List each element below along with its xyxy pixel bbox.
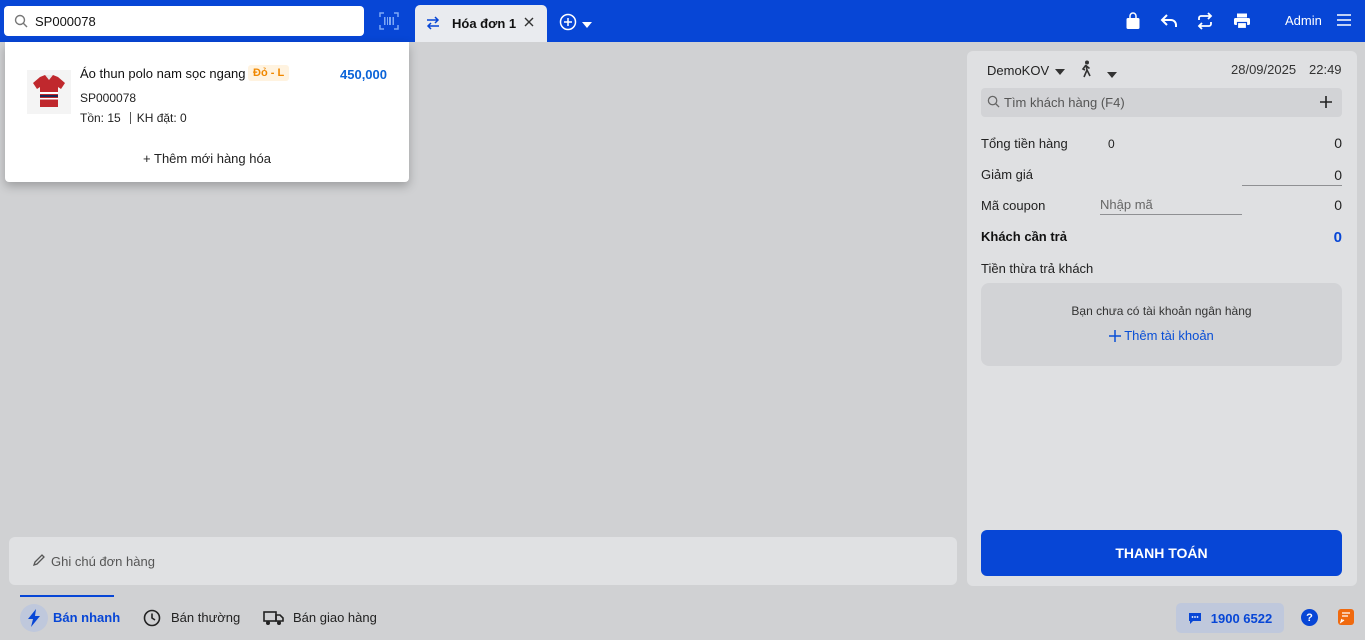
checkout-button[interactable]: THANH TOÁN — [981, 530, 1342, 576]
product-stock-info: Tồn: 15 KH đặt: 0 — [80, 111, 187, 125]
mode-quick-sale[interactable]: Bán nhanh — [20, 595, 120, 640]
bank-account-box: Bạn chưa có tài khoản ngân hàng Thêm tài… — [981, 283, 1342, 366]
store-name: DemoKOV — [987, 63, 1050, 78]
add-new-product-button[interactable]: + Thêm mới hàng hóa — [5, 151, 409, 166]
help-icon[interactable]: ? — [1301, 609, 1318, 626]
change-label: Tiền thừa trả khách — [981, 261, 1094, 276]
checkout-panel: DemoKOV 28/09/2025 22:49 Tổng tiền hàng … — [967, 51, 1357, 586]
stock-separator — [129, 112, 131, 124]
search-results-dropdown: Áo thun polo nam sọc ngang Đỏ - L 450,00… — [5, 42, 409, 182]
barcode-scan-icon[interactable] — [378, 10, 400, 32]
store-selector[interactable]: DemoKOV — [987, 63, 1066, 78]
stock-count: Tồn: 15 — [80, 111, 121, 125]
mode-label: Bán thường — [171, 610, 241, 625]
bank-account-message: Bạn chưa có tài khoản ngân hàng — [1071, 304, 1252, 318]
mode-normal-sale[interactable]: Bán thường — [138, 595, 240, 640]
tab-label: Hóa đơn 1 — [452, 16, 517, 31]
amount-due-value: 0 — [1333, 229, 1342, 246]
menu-icon[interactable] — [1336, 12, 1352, 28]
add-customer-icon[interactable] — [1318, 94, 1334, 110]
variant-badge: Đỏ - L — [248, 65, 290, 81]
amount-due-label: Khách cần trả — [981, 229, 1067, 244]
add-bank-account-button[interactable]: Thêm tài khoản — [981, 328, 1342, 343]
total-goods-value: 0 — [1334, 135, 1342, 151]
product-search-box[interactable] — [4, 6, 364, 36]
discount-value[interactable]: 0 — [1334, 167, 1342, 183]
top-bar: Hóa đơn 1 Admin — [0, 0, 1365, 42]
hotline-button[interactable]: 1900 6522 — [1176, 603, 1284, 633]
product-sku: SP000078 — [80, 91, 137, 105]
bag-icon[interactable] — [1123, 11, 1143, 31]
swap-icon[interactable] — [426, 15, 442, 32]
caret-down-icon — [1055, 63, 1066, 78]
order-date[interactable]: 28/09/2025 — [1231, 62, 1296, 77]
mode-delivery-sale[interactable]: Bán giao hàng — [260, 595, 377, 640]
add-bank-account-label: Thêm tài khoản — [1124, 328, 1214, 343]
tab-invoice-1[interactable]: Hóa đơn 1 — [415, 5, 547, 42]
close-icon[interactable] — [523, 16, 537, 30]
order-note-field[interactable]: Ghi chú đơn hàng — [9, 537, 957, 585]
discount-underline — [1242, 185, 1342, 186]
sync-icon[interactable] — [1195, 11, 1215, 31]
search-icon — [13, 13, 29, 29]
caret-down-icon — [582, 16, 592, 31]
bottom-bar: Bán nhanh Bán thường Bán giao hàng 1900 … — [0, 595, 1365, 640]
print-icon[interactable] — [1232, 11, 1252, 31]
total-goods-label: Tổng tiền hàng — [981, 136, 1068, 151]
plus-icon — [1109, 329, 1122, 342]
return-icon[interactable] — [1159, 11, 1179, 31]
customer-ordered-count: KH đặt: 0 — [136, 111, 187, 125]
discount-label: Giảm giá — [981, 167, 1034, 182]
product-thumbnail — [27, 70, 71, 114]
coupon-value: 0 — [1334, 197, 1342, 213]
hotline-number: 1900 6522 — [1210, 610, 1273, 626]
customer-search-box[interactable] — [981, 88, 1342, 117]
search-icon — [987, 95, 1000, 111]
mode-label: Bán nhanh — [53, 610, 121, 625]
order-note-placeholder: Ghi chú đơn hàng — [51, 553, 155, 569]
clock-icon — [138, 604, 166, 632]
coupon-label: Mã coupon — [981, 198, 1046, 213]
total-goods-quantity: 0 — [1108, 137, 1115, 151]
add-circle-icon — [559, 13, 577, 34]
caret-down-icon[interactable] — [1107, 66, 1117, 81]
chat-icon — [1188, 612, 1202, 625]
product-price: 450,000 — [340, 67, 387, 82]
customer-search-input[interactable] — [1004, 95, 1304, 110]
coupon-input[interactable] — [1100, 195, 1242, 215]
product-name: Áo thun polo nam sọc ngang — [80, 66, 246, 81]
lightning-icon — [20, 603, 48, 632]
pencil-icon — [32, 553, 46, 570]
mode-label: Bán giao hàng — [293, 610, 377, 625]
add-tab-button[interactable] — [559, 13, 592, 34]
order-time[interactable]: 22:49 — [1309, 62, 1342, 77]
feedback-icon[interactable] — [1338, 609, 1354, 625]
product-search-input[interactable] — [35, 13, 355, 29]
user-name[interactable]: Admin — [1285, 13, 1322, 28]
truck-icon — [260, 604, 288, 632]
walking-person-icon[interactable] — [1077, 60, 1095, 78]
